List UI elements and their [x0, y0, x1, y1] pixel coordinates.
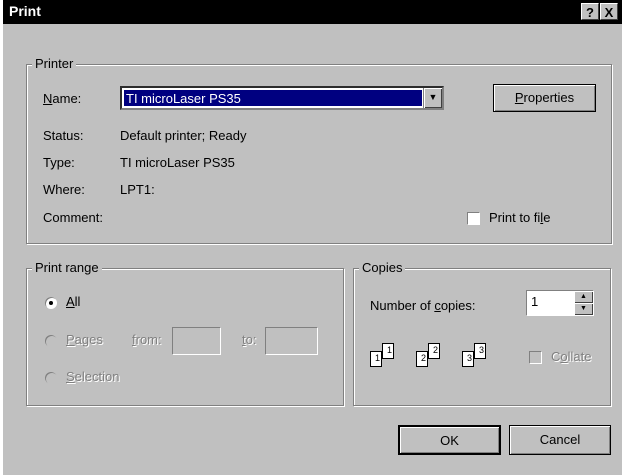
page-icon: 2 — [428, 343, 440, 359]
from-field[interactable] — [172, 327, 221, 355]
to-label: to: — [242, 332, 257, 347]
collate-checkbox[interactable] — [529, 351, 542, 364]
page-icon: 3 — [462, 351, 474, 367]
selection-label: Selection — [66, 369, 120, 384]
window-title: Print — [9, 3, 41, 19]
printer-name-select[interactable]: TI microLaser PS35 ▼ — [120, 86, 444, 110]
print-range-group-label: Print range — [32, 260, 102, 275]
where-value: LPT1: — [120, 182, 155, 197]
from-label: from: — [132, 332, 162, 347]
printer-name-value: TI microLaser PS35 — [124, 90, 422, 106]
spin-up-icon[interactable]: ▲ — [574, 291, 593, 303]
radio-selected-dot — [49, 301, 53, 305]
number-of-copies-label: Number of copies: — [370, 298, 476, 313]
copies-group-label: Copies — [359, 260, 406, 275]
ok-button[interactable]: OK — [398, 425, 501, 455]
print-to-file-checkbox[interactable] — [467, 212, 480, 225]
copies-value: 1 — [531, 294, 539, 309]
page-icon: 2 — [416, 351, 428, 367]
selection-radio[interactable] — [45, 372, 57, 384]
collate-pages-icon: 1 1 2 2 3 3 — [370, 339, 510, 375]
pages-radio[interactable] — [45, 335, 57, 347]
comment-label: Comment: — [43, 210, 103, 225]
copies-spinner[interactable]: 1 ▲ ▼ — [526, 290, 594, 316]
pages-label: Pages — [66, 332, 103, 347]
copies-group: Copies — [353, 260, 611, 406]
spin-down-icon[interactable]: ▼ — [574, 303, 593, 315]
status-value: Default printer; Ready — [120, 128, 247, 143]
collate-label: Collate — [551, 349, 592, 364]
all-label: All — [66, 294, 81, 309]
status-label: Status: — [43, 128, 84, 143]
where-label: Where: — [43, 182, 85, 197]
print-to-file-label: Print to file — [489, 210, 551, 225]
type-value: TI microLaser PS35 — [120, 155, 235, 170]
to-field[interactable] — [265, 327, 318, 355]
name-label: Name: — [43, 91, 82, 106]
help-button[interactable]: ? — [581, 3, 599, 20]
title-bar: Print ? X — [3, 0, 622, 24]
page-icon: 3 — [474, 343, 486, 359]
type-label: Type: — [43, 155, 75, 170]
chevron-down-icon[interactable]: ▼ — [423, 88, 442, 108]
printer-group-label: Printer — [32, 56, 77, 71]
cancel-button[interactable]: Cancel — [509, 425, 611, 455]
page-icon: 1 — [382, 343, 394, 359]
all-radio[interactable] — [45, 297, 57, 309]
close-button[interactable]: X — [600, 3, 618, 20]
properties-button[interactable]: Properties — [493, 84, 596, 112]
page-icon: 1 — [370, 351, 382, 367]
